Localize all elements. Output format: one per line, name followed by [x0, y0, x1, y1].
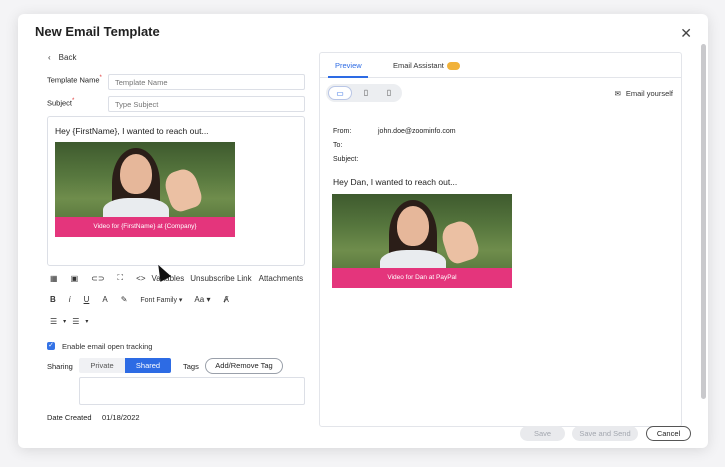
- chevron-down-icon[interactable]: ▾: [63, 318, 66, 325]
- email-yourself-label: Email yourself: [625, 89, 673, 98]
- tab-preview[interactable]: Preview: [335, 61, 362, 70]
- table-icon[interactable]: ▦: [50, 274, 58, 283]
- preview-tabs: Preview Email Assistant: [320, 53, 681, 78]
- assistant-badge: [446, 62, 460, 71]
- sharing-private-option[interactable]: Private: [79, 358, 125, 373]
- text-color-icon[interactable]: A: [102, 295, 107, 304]
- mobile-icon[interactable]: ▯: [377, 86, 401, 100]
- device-toggle: ▭ ▯ ▯: [326, 84, 402, 102]
- to-label: To:: [333, 142, 343, 149]
- image-icon[interactable]: ▣: [71, 274, 79, 283]
- editor-toolbar-row-3: ☰ ▾ ☰ ▾: [50, 317, 101, 326]
- ordered-list-icon[interactable]: ☰: [50, 317, 57, 326]
- tab-email-assistant[interactable]: Email Assistant: [393, 61, 460, 71]
- clear-format-icon[interactable]: Ⱥ: [223, 295, 228, 304]
- preview-video-thumbnail[interactable]: Video for Dan at PayPal: [332, 194, 512, 288]
- tags-label: Tags: [183, 362, 199, 371]
- bullet-list-icon[interactable]: ☰: [72, 317, 79, 326]
- preview-greeting: Hey Dan, I wanted to reach out...: [333, 177, 458, 187]
- font-family-select[interactable]: Font Family ▾: [140, 296, 182, 304]
- video-thumbnail[interactable]: Video for {FirstName} at {Company}: [55, 142, 235, 237]
- email-yourself-button[interactable]: ✉ Email yourself: [615, 89, 673, 98]
- from-value: john.doe@zoominfo.com: [378, 128, 456, 135]
- highlight-icon[interactable]: ✎: [121, 295, 128, 304]
- open-tracking-checkbox[interactable]: ✓: [47, 342, 55, 350]
- fullscreen-icon[interactable]: ⛶: [118, 273, 124, 283]
- from-label: From:: [333, 128, 352, 135]
- bold-icon[interactable]: B: [50, 295, 56, 304]
- modal-title: New Email Template: [35, 24, 160, 39]
- template-name-input[interactable]: [108, 74, 305, 90]
- back-button[interactable]: ‹ Back: [48, 53, 76, 62]
- editor-toolbar-row-2: B i U A ✎ Font Family ▾ Aa ▾ Ⱥ: [50, 295, 242, 304]
- code-icon[interactable]: <>: [136, 274, 145, 283]
- preview-panel: Preview Email Assistant ▭ ▯ ▯ ✉ Email yo…: [319, 52, 682, 427]
- active-tab-indicator: [328, 76, 368, 78]
- template-name-label: Template Name*: [47, 75, 102, 85]
- chevron-down-icon[interactable]: ▾: [85, 318, 88, 325]
- preview-subject-label: Subject:: [333, 156, 359, 163]
- scrollbar[interactable]: [701, 44, 706, 399]
- font-size-select[interactable]: Aa ▾: [194, 295, 210, 304]
- envelope-icon: ✉: [614, 89, 621, 98]
- attachments-button[interactable]: Attachments: [259, 274, 303, 283]
- italic-icon[interactable]: i: [69, 295, 71, 304]
- unsubscribe-link-button[interactable]: Unsubscribe Link: [190, 274, 251, 283]
- save-and-send-button[interactable]: Save and Send: [572, 426, 638, 441]
- cancel-button[interactable]: Cancel: [646, 426, 691, 441]
- new-email-template-modal: New Email Template ✕ ‹ Back Template Nam…: [18, 14, 708, 448]
- subject-input[interactable]: [108, 96, 305, 112]
- underline-icon[interactable]: U: [84, 295, 90, 304]
- email-body-editor[interactable]: Hey {FirstName}, I wanted to reach out..…: [47, 116, 305, 266]
- close-icon[interactable]: ✕: [680, 25, 692, 42]
- tags-input[interactable]: [79, 377, 305, 405]
- chevron-left-icon: ‹: [48, 53, 51, 62]
- editor-toolbar-row-1: ▦ ▣ ⊂⊃ ⛶ <> Variables Unsubscribe Link A…: [50, 273, 316, 283]
- face-image: [120, 154, 152, 194]
- sharing-shared-option[interactable]: Shared: [125, 358, 171, 373]
- open-tracking-label: Enable email open tracking: [62, 342, 153, 351]
- date-created-value: 01/18/2022: [102, 413, 140, 422]
- video-caption: Video for {FirstName} at {Company}: [55, 217, 235, 237]
- link-icon[interactable]: ⊂⊃: [91, 274, 104, 283]
- preview-video-caption: Video for Dan at PayPal: [332, 268, 512, 288]
- add-remove-tag-button[interactable]: Add/Remove Tag: [205, 358, 283, 374]
- desktop-icon[interactable]: ▭: [328, 86, 352, 100]
- tablet-icon[interactable]: ▯: [354, 86, 378, 100]
- face-image: [397, 206, 429, 246]
- back-label: Back: [58, 53, 77, 62]
- sharing-label: Sharing: [47, 362, 73, 371]
- body-greeting: Hey {FirstName}, I wanted to reach out..…: [55, 126, 209, 136]
- save-button[interactable]: Save: [520, 426, 565, 441]
- date-created-label: Date Created: [47, 413, 92, 422]
- subject-label: Subject*: [47, 98, 75, 108]
